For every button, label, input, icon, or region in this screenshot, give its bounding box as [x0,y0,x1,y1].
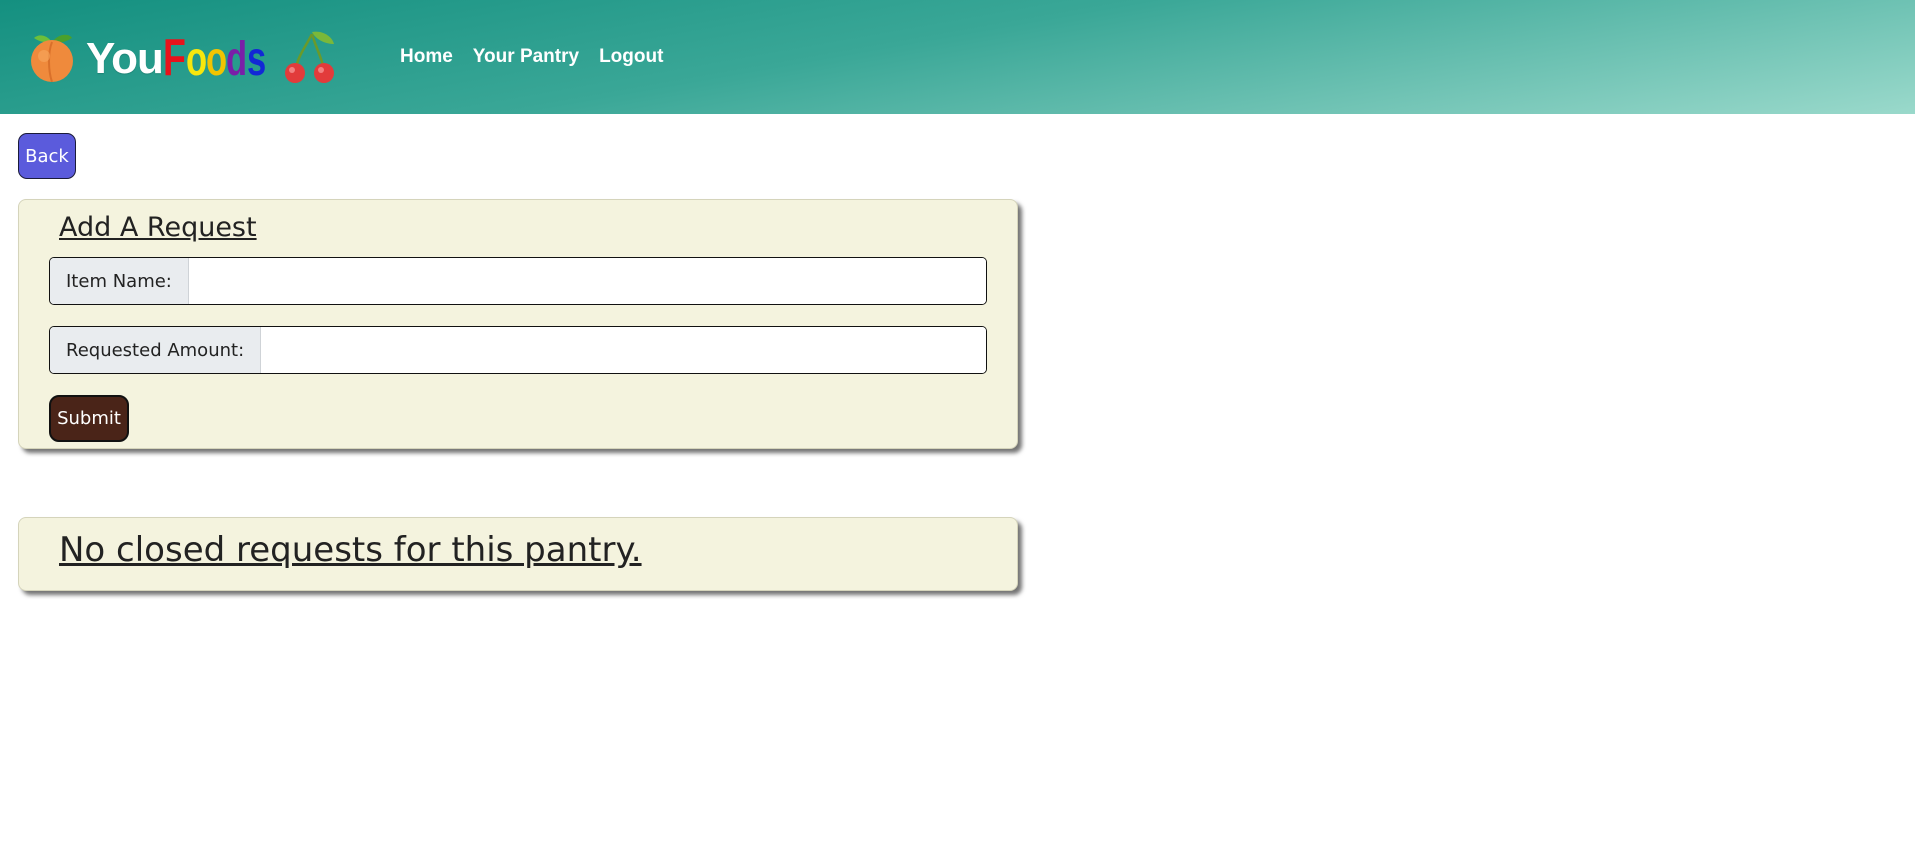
brand-logo[interactable]: You Foods [26,28,338,84]
brand-wordmark: You Foods [86,28,266,87]
requested-amount-label: Requested Amount: [50,327,262,373]
back-button[interactable]: Back [18,133,76,179]
add-request-title: Add A Request [59,212,257,243]
closed-requests-card: No closed requests for this pantry. [18,517,1018,591]
nav-your-pantry-link[interactable]: Your Pantry [473,46,579,68]
nav-logout-link[interactable]: Logout [599,46,663,68]
item-name-input[interactable] [188,258,986,304]
brand-letter: s [246,33,266,86]
nav-home-link[interactable]: Home [400,46,453,68]
requested-amount-input[interactable] [261,327,986,373]
closed-requests-message: No closed requests for this pantry. [59,530,642,570]
brand-foods-text: Foods [162,29,266,87]
submit-button[interactable]: Submit [49,395,129,442]
brand-letter: d [226,33,247,86]
item-name-label: Item Name: [50,258,189,304]
item-name-group: Item Name: [49,257,987,305]
cherries-icon [282,28,338,84]
nav-links: Home Your Pantry Logout [400,46,663,68]
add-request-card: Add A Request Item Name: Requested Amoun… [18,199,1018,449]
top-navbar: You Foods Home Your Pantry Logout [0,0,1915,114]
requested-amount-group: Requested Amount: [49,326,987,374]
brand-you-text: You [86,34,164,83]
brand-letter: o [185,33,207,86]
brand-letter: o [205,33,227,86]
brand-letter: F [162,29,186,87]
peach-icon [26,30,78,82]
